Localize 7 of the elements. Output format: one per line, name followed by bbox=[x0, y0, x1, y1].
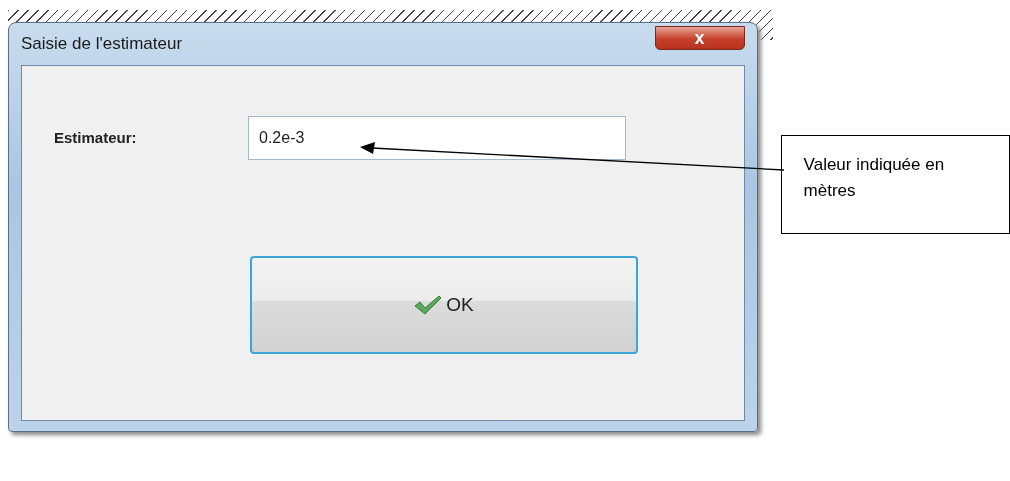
checkmark-icon bbox=[414, 295, 443, 315]
window-title: Saisie de l'estimateur bbox=[21, 33, 183, 56]
estimator-field[interactable]: 0.2e-3 bbox=[248, 116, 626, 160]
close-button[interactable]: x bbox=[654, 26, 745, 50]
ok-button[interactable]: OK bbox=[250, 256, 638, 354]
callout-text: Valeur indiquée en mètres bbox=[803, 155, 945, 200]
estimator-label: Estimateur: bbox=[54, 127, 138, 148]
